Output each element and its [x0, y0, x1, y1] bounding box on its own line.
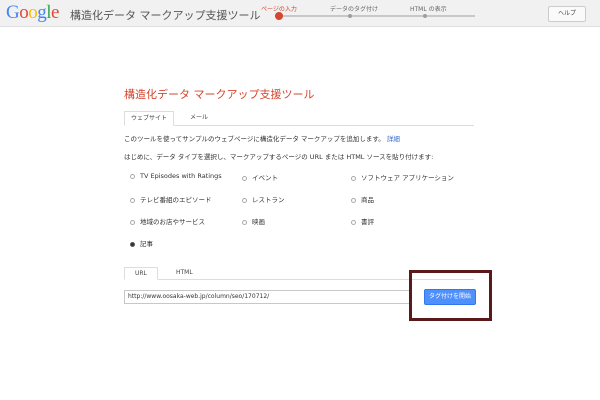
tab-url[interactable]: URL — [124, 267, 158, 280]
option-event[interactable]: イベント — [242, 172, 278, 182]
step-label-2: データのタグ付け — [330, 6, 379, 13]
option-local-business[interactable]: 地域のお店やサービス — [130, 216, 205, 226]
progress-line — [275, 15, 475, 17]
instruction-text: はじめに、データ タイプを選択し、マークアップするページの URL または HT… — [124, 153, 434, 161]
step-label-3: HTML の表示 — [410, 6, 447, 13]
option-product[interactable]: 商品 — [351, 194, 374, 204]
radio-icon[interactable] — [351, 197, 356, 203]
option-tv-episodes-ratings[interactable]: TV Episodes with Ratings — [130, 172, 222, 180]
option-label: イベント — [252, 174, 278, 182]
help-button[interactable]: ヘルプ — [548, 6, 586, 22]
top-header: Google 構造化データ マークアップ支援ツール ページの入力 データのタグ付… — [0, 0, 600, 27]
details-link[interactable]: 詳細 — [387, 135, 400, 143]
step-label-1: ページの入力 — [261, 6, 297, 13]
option-label: 商品 — [361, 196, 374, 204]
tab-html[interactable]: HTML — [166, 267, 203, 278]
type-tabs: ウェブサイト メール — [124, 111, 474, 126]
radio-icon[interactable] — [242, 219, 247, 225]
description: このツールを使ってサンプルのウェブページに構造化データ マークアップを追加します… — [124, 133, 400, 143]
description-text: このツールを使ってサンプルのウェブページに構造化データ マークアップを追加します… — [124, 135, 385, 143]
option-label: テレビ番組のエピソード — [140, 196, 212, 204]
option-label: 地域のお店やサービス — [140, 218, 205, 226]
option-article[interactable]: 記事 — [130, 238, 153, 248]
radio-icon[interactable] — [242, 197, 247, 203]
option-movie[interactable]: 映画 — [242, 216, 265, 226]
tab-website[interactable]: ウェブサイト — [124, 111, 175, 126]
radio-icon[interactable] — [351, 219, 356, 225]
option-tv-episode[interactable]: テレビ番組のエピソード — [130, 194, 212, 204]
radio-icon-checked[interactable] — [130, 241, 135, 247]
url-input[interactable]: http://www.oosaka-web.jp/column/seo/1707… — [124, 290, 410, 304]
page-title: 構造化データ マークアップ支援ツール — [124, 88, 315, 101]
option-label: ソフトウェア アプリケーション — [361, 174, 454, 182]
tab-email[interactable]: メール — [184, 111, 214, 124]
radio-icon[interactable] — [130, 219, 135, 225]
step-dot-1 — [275, 12, 283, 20]
option-book-review[interactable]: 書評 — [351, 216, 374, 226]
app-title: 構造化データ マークアップ支援ツール — [70, 9, 261, 22]
option-label: 記事 — [140, 240, 153, 248]
option-label: レストラン — [252, 196, 285, 204]
option-label: TV Episodes with Ratings — [140, 172, 222, 180]
step-dot-2 — [348, 14, 352, 18]
step-dot-3 — [423, 14, 427, 18]
option-label: 映画 — [252, 218, 265, 226]
start-tagging-button[interactable]: タグ付けを開始 — [424, 289, 476, 305]
option-restaurant[interactable]: レストラン — [242, 194, 285, 204]
option-label: 書評 — [361, 218, 374, 226]
radio-icon[interactable] — [130, 197, 135, 203]
google-logo: Google — [6, 2, 59, 23]
radio-icon[interactable] — [242, 175, 247, 181]
progress-steps: ページの入力 データのタグ付け HTML の表示 — [261, 6, 475, 20]
radio-icon[interactable] — [351, 175, 356, 181]
radio-icon[interactable] — [130, 173, 135, 179]
option-software-app[interactable]: ソフトウェア アプリケーション — [351, 172, 454, 182]
